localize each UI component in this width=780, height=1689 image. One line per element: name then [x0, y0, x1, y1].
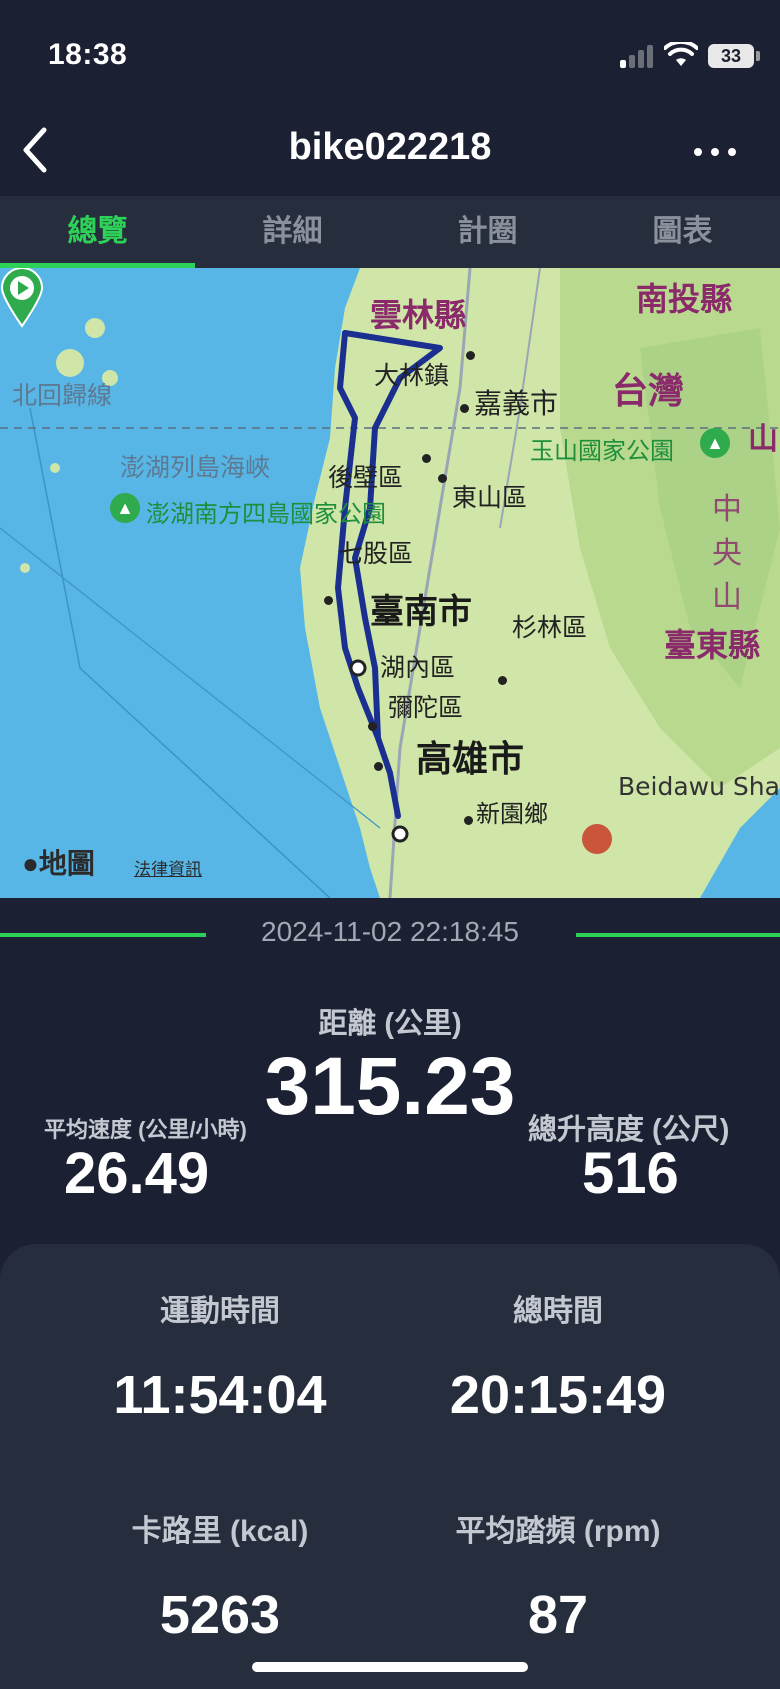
- map-label-chiayi: 嘉義市: [474, 387, 559, 420]
- total-time-label: 總時間: [513, 1295, 603, 1328]
- map-dot-dongshan: [438, 474, 447, 483]
- map-dot-hunei: [368, 722, 377, 731]
- nav-bar: bike022218: [0, 110, 780, 196]
- map-label-taitung: 臺東縣: [664, 626, 761, 664]
- start-location-pin-icon[interactable]: [0, 268, 44, 328]
- map-label-penghu-strait: 澎湖列島海峽: [120, 453, 271, 482]
- park-icon: ▲: [110, 493, 140, 523]
- map-label-dongshan: 東山區: [452, 483, 528, 512]
- map-label-xinyuan: 新園鄉: [476, 800, 548, 828]
- cellular-signal-icon: [620, 44, 656, 68]
- map-label-central-range: 中央山: [712, 492, 742, 615]
- map-dot-xinyuan: [464, 816, 473, 825]
- tab-bar: 總覽 詳細 計圈 圖表: [0, 196, 780, 268]
- map-dot-houbi: [422, 454, 431, 463]
- map-label-tainan: 臺南市: [370, 592, 472, 632]
- map-label-taiwan: 台灣: [612, 371, 685, 412]
- session-date-row: 2024-11-02 22:18:45: [0, 898, 780, 970]
- map-label-qigu: 七股區: [338, 539, 414, 568]
- tab-charts[interactable]: 圖表: [585, 196, 780, 268]
- map-label-dalin: 大林鎮: [374, 361, 450, 390]
- avg-speed-value: 26.49: [64, 1141, 210, 1206]
- home-indicator[interactable]: [252, 1662, 528, 1672]
- divider-right: [576, 933, 780, 937]
- status-time: 18:38: [48, 38, 128, 71]
- distance-label: 距離 (公里): [318, 1008, 462, 1040]
- tab-overview[interactable]: 總覽: [0, 196, 195, 268]
- calories-stat: 卡路里 (kcal) 5263: [50, 1506, 390, 1646]
- wifi-icon: [664, 42, 698, 66]
- map-label-houbi: 後壁區: [328, 463, 404, 492]
- moving-time-stat: 運動時間 11:54:04: [50, 1286, 390, 1426]
- map-dot-chiayi: [460, 404, 469, 413]
- cadence-stat: 平均踏頻 (rpm) 87: [388, 1506, 728, 1646]
- battery-icon: 33: [708, 44, 754, 68]
- mountain-peak-icon: [582, 824, 612, 854]
- map-label-penghu-park: 澎湖南方四島國家公園: [146, 500, 386, 528]
- battery-tip: [756, 51, 760, 61]
- stats-card: 運動時間 11:54:04 總時間 20:15:49 卡路里 (kcal) 52…: [0, 1244, 780, 1689]
- total-time-value: 20:15:49: [449, 1365, 667, 1425]
- route-map[interactable]: 雲林縣 南投縣 台灣 大林鎮 嘉義市 北回歸線 ▲ 玉山國家公園 澎湖列島海峽 …: [0, 268, 780, 898]
- tab-laps[interactable]: 計圈: [390, 196, 585, 268]
- map-label-mountain-range: 山: [748, 422, 778, 457]
- map-label-yunlin: 雲林縣: [370, 296, 467, 334]
- map-label-tropic: 北回歸線: [12, 381, 113, 410]
- moving-time-label: 運動時間: [160, 1295, 280, 1328]
- map-label-hunei: 湖內區: [380, 653, 456, 682]
- cadence-label: 平均踏頻 (rpm): [455, 1515, 661, 1548]
- map-label-mituo: 彌陀區: [388, 693, 464, 722]
- calories-value: 5263: [159, 1585, 281, 1645]
- map-label-kaohsiung: 高雄市: [416, 739, 525, 780]
- session-datetime: 2024-11-02 22:18:45: [261, 916, 519, 947]
- total-time-stat: 總時間 20:15:49: [388, 1286, 728, 1426]
- page-title: bike022218: [288, 126, 492, 168]
- map-label-nantou: 南投縣: [636, 280, 733, 318]
- apple-logo-icon: ●: [22, 848, 39, 879]
- map-label-beidawu: Beidawu Sha: [618, 772, 780, 801]
- status-bar: 18:38 33: [0, 0, 780, 110]
- tab-details[interactable]: 詳細: [195, 196, 390, 268]
- legal-link[interactable]: 法律資訊: [134, 855, 202, 880]
- more-options-icon[interactable]: [690, 130, 740, 170]
- moving-time-value: 11:54:04: [113, 1365, 327, 1425]
- cadence-value: 87: [527, 1585, 589, 1645]
- map-dot-qigu: [324, 596, 333, 605]
- map-brand: ●地圖: [22, 842, 95, 882]
- map-dot-dalin: [466, 351, 475, 360]
- park-icon: ▲: [700, 428, 730, 458]
- map-label-yushan: 玉山國家公園: [530, 437, 674, 465]
- map-brand-text: 地圖: [38, 848, 95, 879]
- map-dot-mituo: [374, 762, 383, 771]
- map-dot-shanlin: [498, 676, 507, 685]
- calories-label: 卡路里 (kcal): [131, 1515, 309, 1548]
- map-label-shanlin: 杉林區: [512, 613, 588, 642]
- total-climb-value: 516: [582, 1141, 679, 1206]
